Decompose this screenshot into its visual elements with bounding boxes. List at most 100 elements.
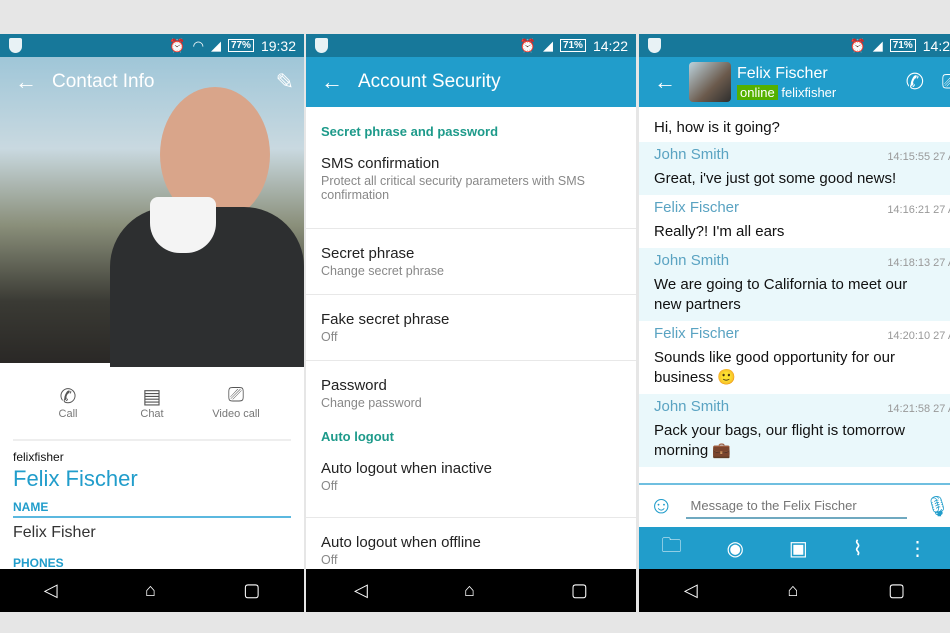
home-icon[interactable]: ⌂ bbox=[464, 580, 475, 601]
call-label: Call bbox=[58, 408, 78, 420]
video-icon: ⎚ bbox=[228, 384, 244, 406]
name-label: NAME bbox=[13, 500, 291, 518]
alarm-icon: ⏰ bbox=[169, 37, 186, 53]
clock: 19:32 bbox=[260, 37, 296, 54]
emoji-icon[interactable]: ☺ bbox=[649, 492, 674, 520]
message-text: We are going to California to meet our n… bbox=[654, 276, 908, 313]
contact-info-screen: ⏰ ◠ ◢ 77% 19:32 ← Contact Info ✎ ✆ Call ▤ Chat ⎚… bbox=[0, 34, 304, 612]
camera-icon[interactable]: ◉ bbox=[726, 536, 743, 561]
nav-bar: ◁ ⌂ ▢ bbox=[306, 569, 636, 612]
display-name: Felix Fischer bbox=[13, 466, 138, 491]
message-text: Great, i've just got some good news! bbox=[654, 170, 897, 187]
online-badge: online bbox=[737, 84, 778, 100]
edit-icon[interactable]: ✎ bbox=[276, 69, 294, 95]
message: Hi, how is it going? bbox=[639, 119, 950, 142]
alarm-icon: ⏰ bbox=[519, 37, 536, 53]
setting-auto-logout-offline[interactable]: Auto logout when offline Off bbox=[306, 518, 636, 567]
setting-sms-confirmation[interactable]: SMS confirmation Protect all critical sec… bbox=[306, 139, 636, 229]
message-sender: John Smith bbox=[654, 398, 730, 415]
signal-icon: ◢ bbox=[872, 37, 883, 53]
back-nav-icon[interactable]: ◁ bbox=[44, 580, 58, 601]
setting-subtitle: Off bbox=[321, 330, 338, 344]
more-icon[interactable]: ⋮ bbox=[907, 536, 927, 561]
setting-subtitle: Off bbox=[321, 479, 338, 493]
section-header: Secret phrase and password bbox=[321, 124, 499, 139]
message-sender: John Smith bbox=[654, 252, 730, 269]
message-input[interactable] bbox=[685, 493, 907, 519]
chat-label: Chat bbox=[140, 408, 164, 420]
message-time: 14:20:10 27 Apr bbox=[887, 330, 950, 342]
message-time: 14:15:55 27 Apr bbox=[887, 151, 950, 163]
microphone-icon[interactable]: 🎙 bbox=[925, 494, 950, 519]
name-field[interactable]: Felix Fisher bbox=[13, 524, 291, 542]
setting-fake-secret-phrase[interactable]: Fake secret phrase Off bbox=[306, 295, 636, 361]
setting-subtitle: Protect all critical security parameters… bbox=[321, 174, 585, 202]
back-button[interactable]: ← bbox=[639, 69, 691, 95]
video-call-button[interactable]: ⎚ Video call bbox=[201, 384, 271, 439]
home-icon[interactable]: ⌂ bbox=[145, 580, 156, 601]
back-nav-icon[interactable]: ◁ bbox=[684, 580, 698, 601]
recents-icon[interactable]: ▢ bbox=[571, 580, 588, 601]
attach-icon[interactable]: ⌇ bbox=[853, 536, 863, 561]
signal-icon: ◢ bbox=[210, 37, 221, 53]
message-text: Hi, how is it going? bbox=[654, 119, 780, 136]
setting-subtitle: Off bbox=[321, 553, 338, 567]
nav-bar: ◁ ⌂ ▢ bbox=[0, 569, 304, 612]
message: John Smith 14:21:58 27 Apr Pack your bags,… bbox=[639, 394, 950, 467]
username: felixfisher bbox=[13, 450, 64, 464]
status-bar: ⏰ ◢ 71% 14:2 bbox=[639, 34, 950, 57]
attachment-toolbar: 🗀 ◉ ▣ ⌇ ⋮ bbox=[639, 527, 950, 569]
back-button[interactable]: ← bbox=[0, 69, 52, 95]
phone-icon: ✆ bbox=[59, 386, 77, 408]
folder-icon[interactable]: 🗀 bbox=[661, 531, 681, 565]
image-icon[interactable]: ▣ bbox=[789, 536, 808, 561]
setting-title: Secret phrase bbox=[321, 245, 415, 262]
video-label: Video call bbox=[212, 408, 260, 420]
status-bar: ⏰ ◢ 71% 14:22 bbox=[306, 34, 636, 57]
recents-icon[interactable]: ▢ bbox=[888, 580, 905, 601]
message-sender: Felix Fischer bbox=[654, 199, 740, 216]
setting-password[interactable]: Password Change password bbox=[306, 361, 636, 427]
setting-subtitle: Change secret phrase bbox=[321, 264, 444, 278]
status-bar: ⏰ ◠ ◢ 77% 19:32 bbox=[0, 34, 304, 57]
call-button[interactable]: ✆ Call bbox=[33, 384, 103, 439]
home-icon[interactable]: ⌂ bbox=[787, 580, 798, 601]
phones-label: PHONES bbox=[13, 556, 64, 570]
back-button[interactable]: ← bbox=[306, 69, 358, 95]
account-security-screen: ⏰ ◢ 71% 14:22 ← Account Security Secret phra… bbox=[306, 34, 636, 612]
chat-username: felixfisher bbox=[781, 84, 837, 100]
message-time: 14:21:58 27 Apr bbox=[887, 403, 950, 415]
message: John Smith 14:18:13 27 Apr We are going to… bbox=[639, 248, 950, 321]
chat-screen: ⏰ ◢ 71% 14:2 ← Felix Fischer online felixfi… bbox=[639, 34, 950, 612]
back-nav-icon[interactable]: ◁ bbox=[354, 580, 368, 601]
setting-secret-phrase[interactable]: Secret phrase Change secret phrase bbox=[306, 229, 636, 295]
shield-icon bbox=[9, 38, 22, 53]
setting-title: Fake secret phrase bbox=[321, 311, 450, 328]
shield-icon bbox=[648, 38, 661, 53]
battery: 77% bbox=[227, 39, 254, 52]
message: Felix Fischer 14:20:10 27 Apr Sounds like … bbox=[639, 321, 950, 394]
recents-icon[interactable]: ▢ bbox=[243, 580, 260, 601]
setting-subtitle: Change password bbox=[321, 396, 422, 410]
avatar[interactable] bbox=[689, 62, 731, 102]
signal-icon: ◢ bbox=[542, 37, 553, 53]
setting-title: Auto logout when offline bbox=[321, 534, 481, 551]
page-title: Contact Info bbox=[52, 71, 155, 92]
message-time: 14:16:21 27 Apr bbox=[887, 204, 950, 216]
setting-auto-logout-inactive[interactable]: Auto logout when inactive Off bbox=[306, 444, 636, 518]
message-sender: John Smith bbox=[654, 146, 730, 163]
shield-icon bbox=[315, 38, 328, 53]
clock: 14:22 bbox=[592, 37, 628, 54]
wifi-icon: ◠ bbox=[192, 37, 204, 53]
video-icon[interactable]: ⎚ bbox=[942, 71, 950, 94]
alarm-icon: ⏰ bbox=[849, 37, 866, 53]
battery: 71% bbox=[889, 39, 916, 52]
message-text: Really?! I'm all ears bbox=[654, 223, 785, 240]
setting-title: Auto logout when inactive bbox=[321, 460, 492, 477]
chat-button[interactable]: ▤ Chat bbox=[117, 384, 187, 439]
nav-bar: ◁ ⌂ ▢ bbox=[639, 569, 950, 612]
message: John Smith 14:15:55 27 Apr Great, i've jus… bbox=[639, 142, 950, 195]
message-text: Sounds like good opportunity for our bus… bbox=[654, 349, 895, 386]
message-text: Pack your bags, our flight is tomorrow m… bbox=[654, 422, 905, 459]
phone-icon[interactable]: ✆ bbox=[906, 69, 924, 95]
